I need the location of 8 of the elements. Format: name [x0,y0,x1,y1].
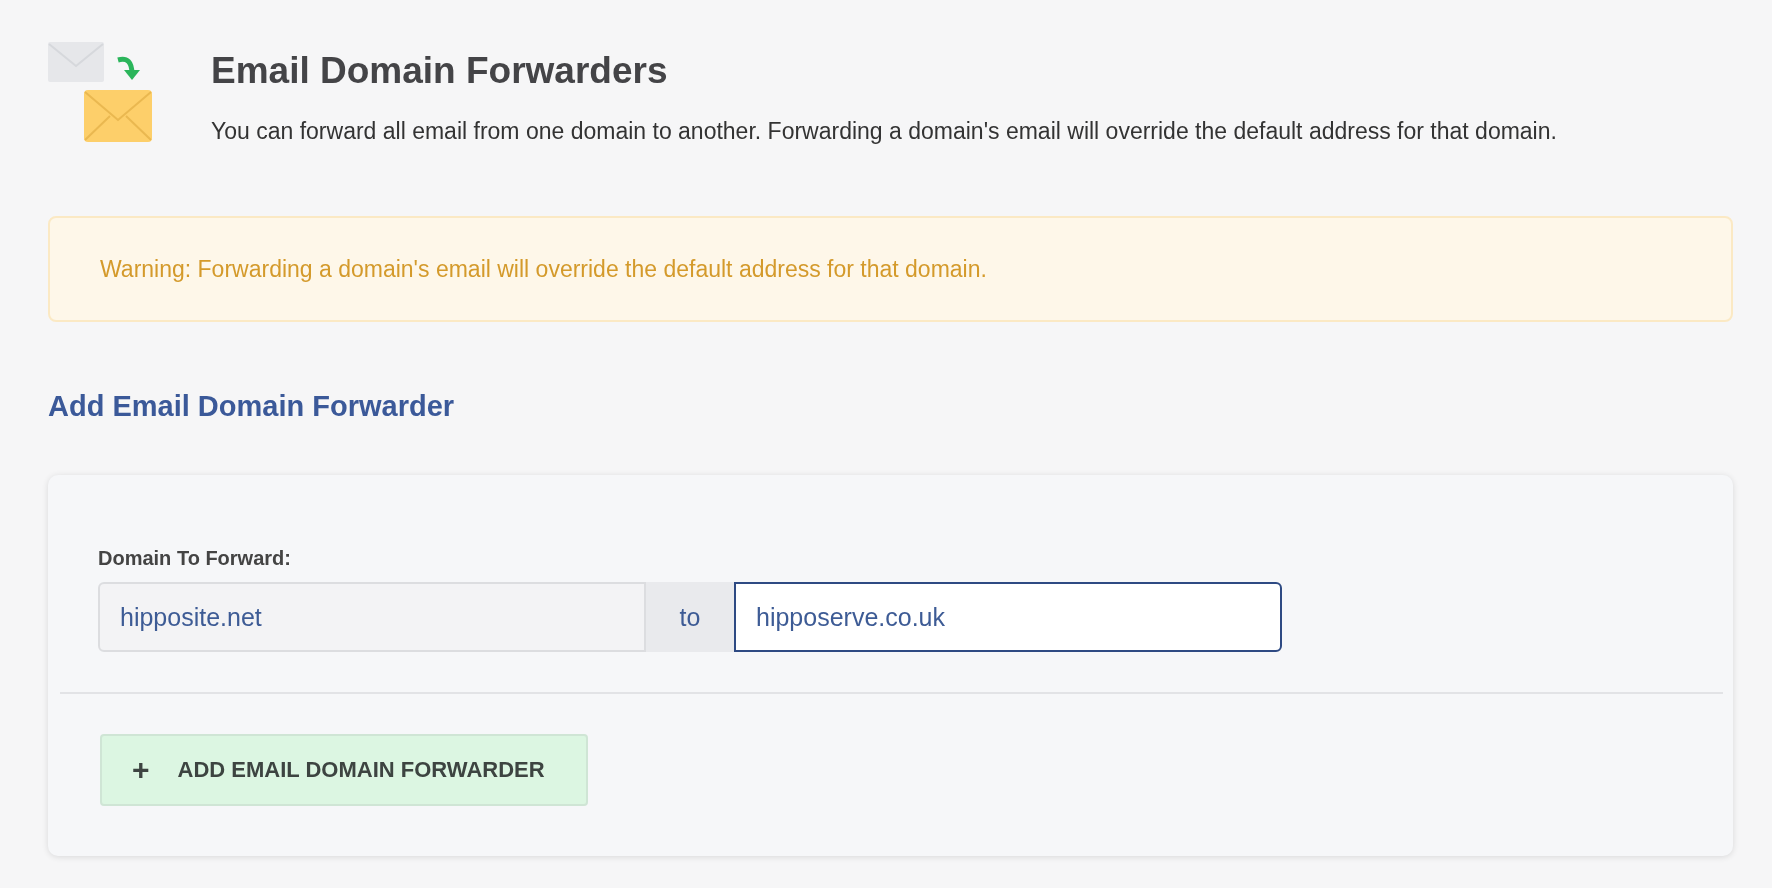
field-label: Domain To Forward: [98,547,291,570]
page-description: You can forward all email from one domain to another. Forwarding a domain's email will override the default address for that domain. [211,118,1557,145]
section-title: Add Email Domain Forwarder [48,390,456,423]
add-forwarder-button[interactable]: + ADD EMAIL DOMAIN FORWARDER [100,734,588,806]
target-domain-field[interactable]: hipposerve.co.uk [734,582,1282,652]
page-title: Email Domain Forwarders [211,50,669,92]
warning-alert: Warning: Forwarding a domain's email will override the default address for that domain. [48,216,1733,322]
to-addon: to [646,582,734,652]
